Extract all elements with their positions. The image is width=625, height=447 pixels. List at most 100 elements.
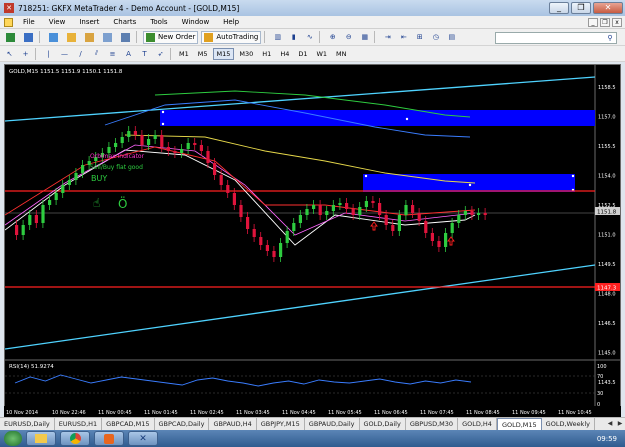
tab-gold-h4[interactable]: GOLD,H4 — [458, 418, 497, 430]
vertical-line-icon[interactable]: | — [42, 47, 55, 60]
buy-signal-icon: Ö — [118, 195, 127, 211]
templates-icon[interactable]: ▤ — [445, 31, 458, 44]
chart-canvas[interactable]: GOLD,M15 1151.5 1151.9 1150.1 1151.8 Orb… — [4, 65, 620, 418]
candle-body — [404, 205, 408, 215]
timeframe-m1[interactable]: M1 — [175, 48, 193, 60]
candle-body — [246, 217, 250, 229]
navigator-icon[interactable] — [82, 31, 97, 44]
text-label-icon[interactable]: T — [138, 47, 151, 60]
tab-gold-daily[interactable]: GOLD,Daily — [360, 418, 406, 430]
candle-body — [305, 209, 309, 215]
start-button-icon[interactable] — [4, 431, 22, 446]
chrome-taskbar-button[interactable] — [60, 431, 90, 446]
menu-file[interactable]: File — [16, 18, 42, 26]
tab-gbpjpy-m15[interactable]: GBPJPY,M15 — [257, 418, 305, 430]
timeframe-m15[interactable]: M15 — [212, 47, 235, 60]
terminal-icon[interactable] — [100, 31, 115, 44]
auto-scroll-icon[interactable]: ⇥ — [381, 31, 394, 44]
price-chart[interactable]: GOLD,M15 1151.5 1151.9 1150.1 1151.8 Orb… — [4, 64, 621, 419]
minimize-button[interactable]: _ — [549, 2, 569, 14]
candle-body — [463, 211, 467, 215]
tab-eurusd-daily[interactable]: EURUSD,Daily — [0, 418, 55, 430]
price-axis-label: 1143.5 — [598, 380, 616, 386]
tab-gbpaud-daily[interactable]: GBPAUD,Daily — [305, 418, 360, 430]
tab-gbpusd-m30[interactable]: GBPUSD,M30 — [406, 418, 459, 430]
menu-tools[interactable]: Tools — [143, 18, 174, 26]
market-watch-icon[interactable] — [46, 31, 61, 44]
candle-body — [213, 163, 217, 175]
crosshair-icon[interactable]: + — [19, 47, 32, 60]
candle-body — [120, 137, 124, 143]
candle-body — [193, 143, 197, 145]
new-order-button[interactable]: New Order — [143, 30, 199, 44]
data-window-icon[interactable] — [64, 31, 79, 44]
fibonacci-icon[interactable]: ≡ — [106, 47, 119, 60]
line-chart-icon[interactable]: ∿ — [303, 31, 316, 44]
menu-window[interactable]: Window — [175, 18, 217, 26]
search-input[interactable]: ⚲ — [495, 32, 617, 44]
timeframe-m5[interactable]: M5 — [194, 48, 212, 60]
tab-gbpaud-h4[interactable]: GBPAUD,H4 — [209, 418, 257, 430]
candle-body — [147, 139, 151, 145]
candle-body — [180, 149, 184, 153]
folder-icon — [35, 434, 47, 443]
metatrader-icon: ✕ — [4, 3, 14, 13]
candle-body — [54, 193, 58, 200]
text-tool-icon[interactable]: A — [122, 47, 135, 60]
menu-bar: File View Insert Charts Tools Window Hel… — [0, 16, 625, 29]
price-axis-label: 1158.5 — [598, 85, 616, 91]
new-chart-icon[interactable] — [3, 31, 18, 44]
candle-body — [318, 205, 322, 215]
zoom-in-icon[interactable]: ⊕ — [326, 31, 339, 44]
trendline-icon[interactable]: / — [74, 47, 87, 60]
timeframe-mn[interactable]: MN — [332, 48, 350, 60]
cursor-icon[interactable]: ↖ — [3, 47, 16, 60]
strategy-tester-icon[interactable] — [118, 31, 133, 44]
time-axis-label: 11 Nov 09:45 — [512, 410, 546, 416]
timeframe-m30[interactable]: M30 — [235, 48, 257, 60]
menu-insert[interactable]: Insert — [72, 18, 106, 26]
periods-icon[interactable]: ◷ — [429, 31, 442, 44]
timeframe-h4[interactable]: H4 — [276, 48, 293, 60]
mdi-close-button[interactable]: x — [612, 17, 622, 27]
tab-gold-weekly[interactable]: GOLD,Weekly — [542, 418, 595, 430]
metatrader-taskbar-button[interactable]: ✕ — [128, 431, 158, 446]
mdi-minimize-button[interactable]: _ — [588, 17, 598, 27]
tab-scroll-right-icon[interactable]: ▶ — [615, 419, 625, 429]
timeframe-d1[interactable]: D1 — [294, 48, 311, 60]
candle-body — [272, 251, 276, 257]
autotrading-button[interactable]: AutoTrading — [201, 30, 262, 44]
candle-body — [127, 131, 131, 137]
tile-windows-icon[interactable]: ▦ — [358, 31, 371, 44]
candle-body — [437, 241, 441, 247]
menu-charts[interactable]: Charts — [106, 18, 143, 26]
horizontal-line-icon[interactable]: — — [58, 47, 71, 60]
rsi-level-70: 70 — [597, 374, 603, 380]
explorer-taskbar-button[interactable] — [26, 431, 56, 446]
tab-gold-m15[interactable]: GOLD,M15 — [496, 418, 542, 430]
channel-icon[interactable]: ⫽ — [90, 47, 103, 60]
mdi-restore-button[interactable]: ❐ — [600, 17, 610, 27]
menu-help[interactable]: Help — [216, 18, 246, 26]
tab-gbpcad-m15[interactable]: GBPCAD,M15 — [102, 418, 155, 430]
close-button[interactable]: ✕ — [593, 2, 623, 14]
tab-scroll-left-icon[interactable]: ◀ — [605, 419, 615, 429]
menu-view[interactable]: View — [42, 18, 73, 26]
price-axis-label: 1146.5 — [598, 321, 616, 327]
candle-body — [292, 223, 296, 231]
media-taskbar-button[interactable] — [94, 431, 124, 446]
indicators-icon[interactable]: ⊞ — [413, 31, 426, 44]
chart-shift-icon[interactable]: ⇤ — [397, 31, 410, 44]
bar-chart-icon[interactable]: ▥ — [271, 31, 284, 44]
candle-body — [391, 225, 395, 231]
zoom-out-icon[interactable]: ⊖ — [342, 31, 355, 44]
restore-button[interactable]: ❐ — [571, 2, 591, 14]
profiles-icon[interactable] — [21, 31, 36, 44]
search-icon[interactable]: ⚲ — [604, 33, 616, 43]
arrows-icon[interactable]: ➶ — [154, 47, 167, 60]
timeframe-w1[interactable]: W1 — [312, 48, 331, 60]
candlestick-icon[interactable]: ▮ — [287, 31, 300, 44]
timeframe-h1[interactable]: H1 — [258, 48, 275, 60]
tab-gbpcad-daily[interactable]: GBPCAD,Daily — [155, 418, 210, 430]
tab-eurusd-h1[interactable]: EURUSD,H1 — [55, 418, 103, 430]
